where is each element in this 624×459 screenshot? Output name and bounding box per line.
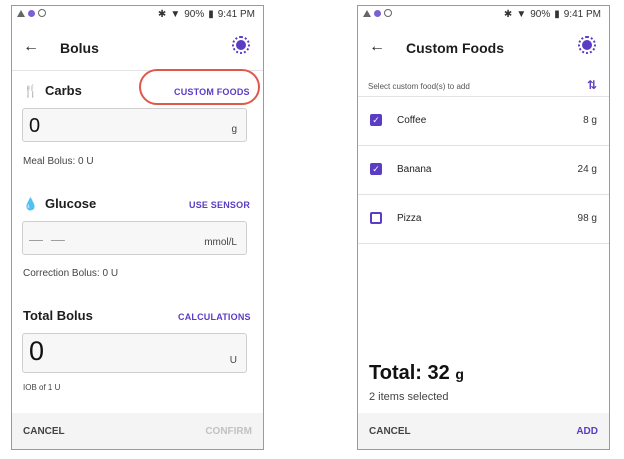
total-bolus-label: Total Bolus xyxy=(23,308,93,323)
clock: 9:41 PM xyxy=(217,9,255,20)
total-value: 32 xyxy=(427,362,450,384)
app-logo-icon[interactable] xyxy=(232,36,250,54)
app-logo-icon[interactable] xyxy=(578,36,596,54)
back-arrow-icon[interactable]: ← xyxy=(369,37,385,57)
highlight-callout xyxy=(139,69,260,105)
glucose-input[interactable]: — — mmol/L xyxy=(22,221,247,255)
page-title: Bolus xyxy=(60,40,99,56)
meal-bolus-text: Meal Bolus: 0 U xyxy=(23,156,94,167)
total-bolus-value: 0 xyxy=(29,336,45,366)
checkbox[interactable] xyxy=(370,212,382,224)
total-bolus-unit: U xyxy=(229,355,237,366)
confirm-button[interactable]: CONFIRM xyxy=(205,426,252,437)
list-item[interactable]: Pizza 98 g xyxy=(358,195,609,244)
drop-icon: 💧 xyxy=(23,196,38,211)
carbs-input[interactable]: 0 g xyxy=(22,108,247,142)
glucose-value: — — xyxy=(29,231,67,247)
correction-bolus-text: Correction Bolus: 0 U xyxy=(23,268,119,279)
sync-icon xyxy=(384,9,392,17)
total-summary: Total: 32 g xyxy=(369,362,464,385)
warning-icon xyxy=(17,9,25,17)
bluetooth-icon: ✱ xyxy=(503,9,513,20)
total-bolus-input[interactable]: 0 U xyxy=(22,333,247,373)
battery-level: 90% xyxy=(184,9,205,20)
list-item[interactable]: ✓ Banana 24 g xyxy=(358,146,609,195)
food-weight: 8 g xyxy=(583,115,597,126)
select-instruction: Select custom food(s) to add xyxy=(368,82,470,91)
battery-icon: ▮ xyxy=(208,9,214,20)
carbs-label: Carbs xyxy=(44,83,82,98)
page-title: Custom Foods xyxy=(406,40,504,56)
sync-icon xyxy=(38,9,46,17)
bottom-action-bar: CANCEL ADD xyxy=(358,413,609,449)
carbs-value: 0 xyxy=(29,115,41,137)
app-status-icon xyxy=(28,9,35,17)
wifi-icon: ▼ xyxy=(170,9,181,20)
back-arrow-icon[interactable]: ← xyxy=(23,37,39,57)
bluetooth-icon: ✱ xyxy=(157,9,167,20)
iob-text: IOB of 1 U xyxy=(23,383,61,392)
carbs-section-label: 🍴 Carbs xyxy=(23,83,82,98)
calculations-link[interactable]: CALCULATIONS xyxy=(178,312,251,322)
battery-icon: ▮ xyxy=(554,9,560,20)
carbs-unit: g xyxy=(231,124,237,135)
cancel-button[interactable]: CANCEL xyxy=(23,426,65,437)
food-weight: 98 g xyxy=(577,213,597,224)
food-weight: 24 g xyxy=(577,164,597,175)
use-sensor-link[interactable]: USE SENSOR xyxy=(189,200,250,210)
bottom-action-bar: CANCEL CONFIRM xyxy=(12,413,263,449)
fork-knife-icon: 🍴 xyxy=(23,83,38,98)
add-button[interactable]: ADD xyxy=(576,426,598,437)
status-bar: ✱ ▼ 90% ▮ 9:41 PM xyxy=(12,6,263,24)
glucose-unit: mmol/L xyxy=(204,237,237,248)
cancel-button[interactable]: CANCEL xyxy=(369,426,411,437)
status-bar: ✱ ▼ 90% ▮ 9:41 PM xyxy=(358,6,609,24)
total-unit: g xyxy=(455,366,464,382)
checkbox[interactable]: ✓ xyxy=(370,163,382,175)
clock: 9:41 PM xyxy=(563,9,601,20)
glucose-section-label: 💧 Glucose xyxy=(23,196,96,211)
battery-level: 90% xyxy=(530,9,551,20)
total-label: Total: xyxy=(369,362,422,384)
food-name: Banana xyxy=(397,164,432,175)
sort-icon[interactable]: ⇅ xyxy=(587,78,597,92)
checkbox[interactable]: ✓ xyxy=(370,114,382,126)
glucose-label: Glucose xyxy=(44,196,97,211)
app-status-icon xyxy=(374,9,381,17)
total-bolus-text: Total Bolus xyxy=(23,308,93,323)
warning-icon xyxy=(363,9,371,17)
items-selected-text: 2 items selected xyxy=(369,391,449,403)
custom-foods-screen: ✱ ▼ 90% ▮ 9:41 PM ← Custom Foods Select … xyxy=(357,5,610,450)
food-name: Pizza xyxy=(397,213,422,224)
app-bar: ← Bolus xyxy=(12,32,263,64)
food-name: Coffee xyxy=(397,115,427,126)
list-item[interactable]: ✓ Coffee 8 g xyxy=(358,97,609,146)
wifi-icon: ▼ xyxy=(516,9,527,20)
app-bar: ← Custom Foods xyxy=(358,32,609,64)
